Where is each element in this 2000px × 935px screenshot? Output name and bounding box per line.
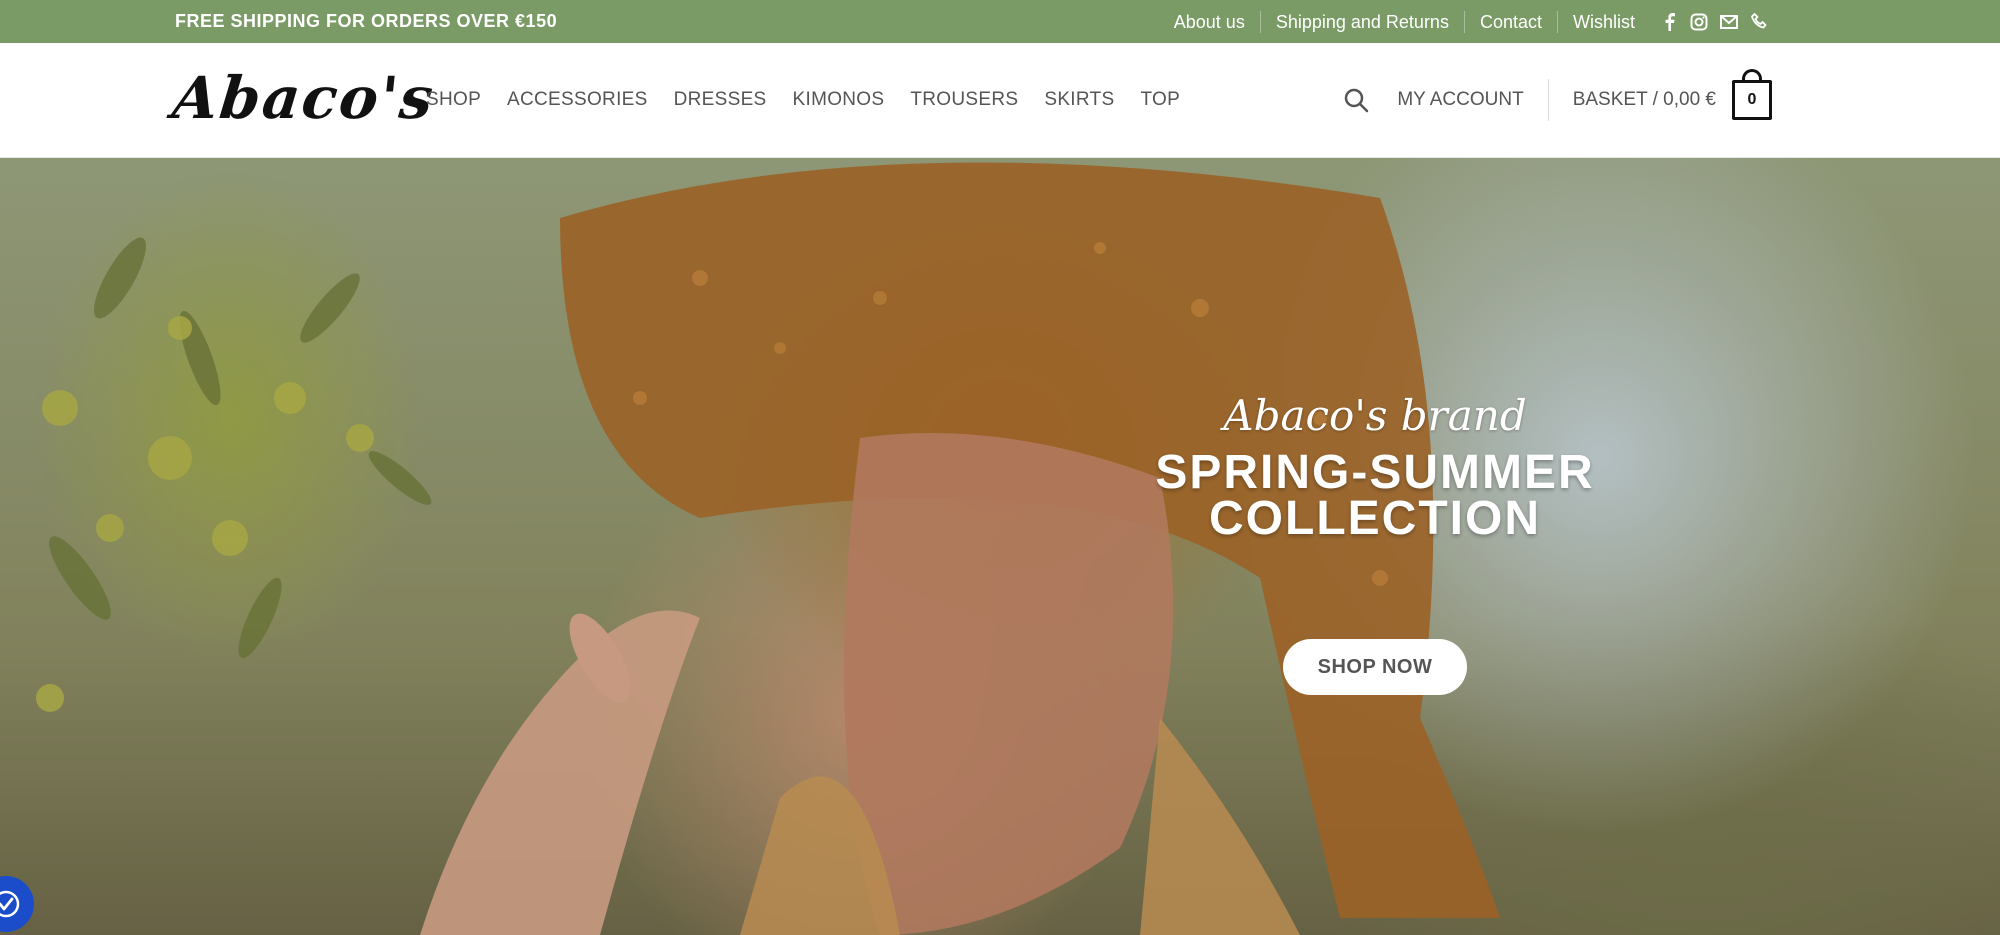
instagram-icon[interactable] (1690, 13, 1708, 31)
promo-text: FREE SHIPPING FOR ORDERS OVER €150 (175, 11, 558, 31)
main-header: Abaco's SHOP ACCESSORIES DRESSES KIMONOS… (0, 43, 2000, 158)
nav-kimonos[interactable]: KIMONOS (793, 89, 885, 111)
site-logo[interactable]: Abaco's (169, 63, 438, 133)
hero-overlay (0, 158, 2000, 935)
hero-text: Abaco's brand SPRING-SUMMER COLLECTION (1090, 390, 1660, 545)
hero-title-line1: SPRING-SUMMER (1155, 446, 1595, 499)
nav-trousers[interactable]: TROUSERS (910, 89, 1018, 111)
top-bar: FREE SHIPPING FOR ORDERS OVER €150 About… (0, 0, 2000, 43)
basket-link[interactable]: BASKET / 0,00 € (1573, 89, 1716, 111)
email-icon[interactable] (1720, 13, 1738, 31)
hero-title-line2: COLLECTION (1209, 492, 1541, 545)
search-icon[interactable] (1343, 87, 1369, 113)
nav-top[interactable]: TOP (1140, 89, 1180, 111)
main-nav: SHOP ACCESSORIES DRESSES KIMONOS TROUSER… (426, 43, 1180, 157)
nav-skirts[interactable]: SKIRTS (1044, 89, 1114, 111)
checkmark-icon (0, 890, 20, 918)
contact-link[interactable]: Contact (1463, 10, 1557, 33)
nav-shop[interactable]: SHOP (426, 89, 481, 111)
about-us-link[interactable]: About us (1159, 11, 1260, 33)
shop-now-button[interactable]: SHOP NOW (1283, 639, 1467, 695)
wishlist-link[interactable]: Wishlist (1557, 10, 1650, 33)
header-actions: MY ACCOUNT BASKET / 0,00 € 0 (1343, 43, 1772, 157)
hero-banner: Abaco's brand SPRING-SUMMER COLLECTION S… (0, 158, 2000, 935)
hero-kicker: Abaco's brand (1223, 391, 1527, 440)
hero-title: SPRING-SUMMER COLLECTION (1090, 446, 1660, 545)
top-links: About us Shipping and Returns Contact Wi… (1159, 0, 1768, 43)
nav-dresses[interactable]: DRESSES (674, 89, 767, 111)
shipping-returns-link[interactable]: Shipping and Returns (1259, 10, 1464, 33)
facebook-icon[interactable] (1660, 12, 1678, 31)
my-account-link[interactable]: MY ACCOUNT (1397, 79, 1549, 121)
nav-accessories[interactable]: ACCESSORIES (507, 89, 648, 111)
social-icons (1660, 12, 1768, 31)
basket-count-icon[interactable]: 0 (1732, 69, 1772, 120)
phone-icon[interactable] (1750, 13, 1768, 31)
